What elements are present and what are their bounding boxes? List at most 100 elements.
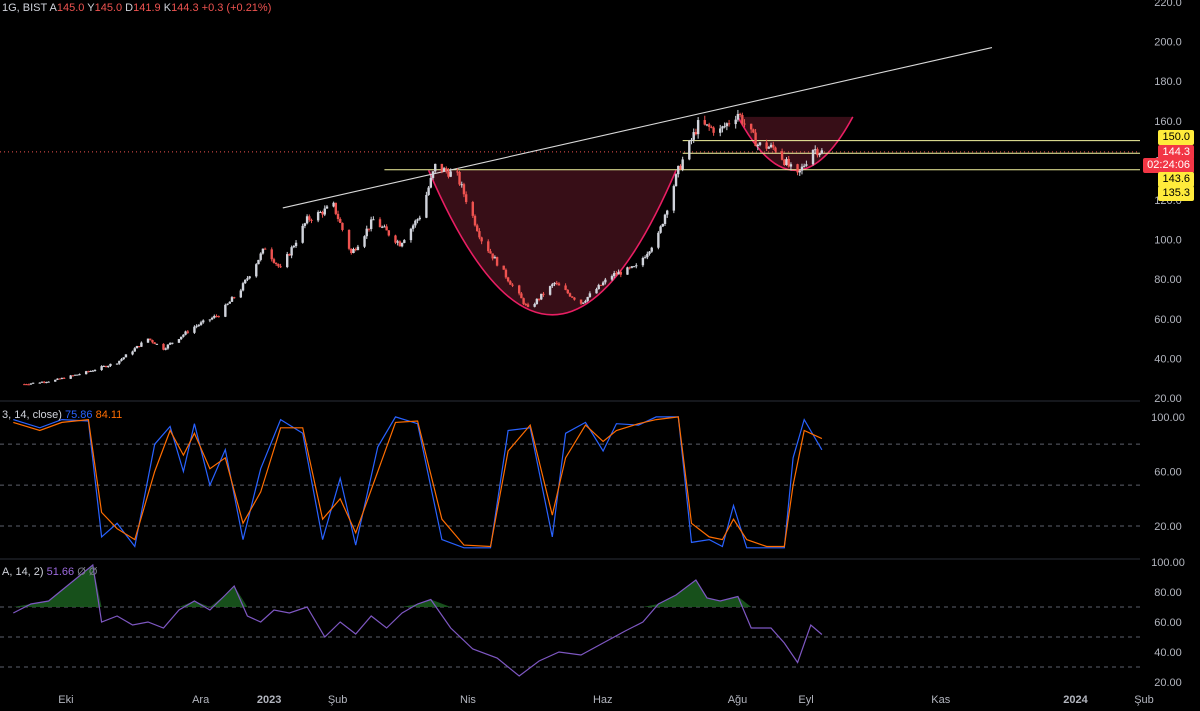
candle-body <box>347 229 351 249</box>
candle-body <box>350 248 353 254</box>
candle-body <box>551 284 554 287</box>
candle-body <box>131 351 134 355</box>
candle-body <box>579 299 583 304</box>
candle-body <box>542 293 545 295</box>
rsi-tick: 20.00 <box>1154 677 1182 689</box>
candle-body <box>743 123 746 125</box>
candle-body <box>641 257 645 266</box>
time-tick: 2023 <box>257 694 281 706</box>
candle-body <box>628 267 631 269</box>
candle-body <box>230 297 234 302</box>
candle-body <box>140 342 143 347</box>
candle-body <box>292 246 296 248</box>
candle-body <box>646 253 649 258</box>
candle-body <box>372 219 375 221</box>
candle-body <box>772 144 775 148</box>
candle-body <box>137 346 141 348</box>
candle-body <box>277 264 280 267</box>
candle-body <box>506 277 510 282</box>
candle-body <box>522 298 525 305</box>
price-tag-level-135: 135.3 <box>1158 186 1194 201</box>
candle-body <box>89 370 92 372</box>
candle-body <box>725 123 729 127</box>
candle-body <box>323 208 326 215</box>
candle-body <box>495 257 499 266</box>
stochastic-tick: 20.00 <box>1154 521 1182 533</box>
candle-body <box>369 219 373 229</box>
candle-body <box>120 359 123 361</box>
candle-body <box>601 282 605 286</box>
candle-body <box>445 168 448 172</box>
candle-body <box>734 119 737 125</box>
candle-body <box>564 285 567 290</box>
rsi-legend[interactable]: A, 14, 2) 51.66 Ø Ø <box>2 566 97 578</box>
candle-body <box>502 265 505 270</box>
candle-body <box>526 304 530 307</box>
candle-body <box>789 164 793 167</box>
candle-body <box>182 334 185 337</box>
candle-body <box>619 271 623 275</box>
candle-body <box>217 316 220 318</box>
candle-body <box>533 304 536 307</box>
candle-body <box>42 381 46 383</box>
candle-body <box>210 317 214 320</box>
candle-body <box>741 115 744 124</box>
candle-body <box>787 158 790 167</box>
candle-body <box>548 286 552 295</box>
candle-body <box>387 230 391 236</box>
candle-body <box>800 166 804 171</box>
candle-body <box>517 285 521 294</box>
candle-body <box>107 365 110 368</box>
candle-body <box>325 206 329 209</box>
candle-body <box>449 171 452 177</box>
candle-body <box>650 247 653 252</box>
price-tick: 220.0 <box>1154 0 1182 9</box>
time-tick: Ağu <box>728 694 748 706</box>
stochastic-legend[interactable]: 3, 14, close) 75.86 84.11 <box>2 409 122 421</box>
candle-body <box>383 226 386 228</box>
candle-body <box>40 381 44 383</box>
candle-body <box>248 276 251 279</box>
candle-body <box>780 151 784 160</box>
time-tick: Eyl <box>798 694 813 706</box>
candle-body <box>155 343 159 345</box>
ohlc-high: Y145.0 <box>87 2 123 14</box>
chart-canvas[interactable]: 20.0040.0060.0080.00100.0120.0140.0160.0… <box>0 0 1200 711</box>
candle-body <box>537 298 541 300</box>
candle-body <box>356 246 360 251</box>
price-tick: 180.0 <box>1154 76 1182 88</box>
rsi-params: A, 14, 2) <box>2 566 44 578</box>
candle-body <box>274 262 278 265</box>
candle-body <box>573 297 576 300</box>
candle-body <box>259 253 262 260</box>
candle-body <box>177 339 181 343</box>
time-tick: Kas <box>931 694 950 706</box>
candle-body <box>796 164 799 173</box>
candle-body <box>696 120 700 135</box>
candle-body <box>690 139 693 141</box>
symbol-label[interactable]: 1G, BIST <box>2 2 47 14</box>
candle-body <box>164 348 167 350</box>
candle-body <box>442 168 446 172</box>
candle-body <box>802 165 806 167</box>
candle-body <box>456 171 459 173</box>
candle-body <box>69 375 72 379</box>
candle-body <box>213 315 216 318</box>
candle-body <box>308 216 311 220</box>
candle-body <box>814 149 817 151</box>
candle-body <box>202 320 205 323</box>
candle-body <box>756 144 759 147</box>
candle-body <box>586 296 589 301</box>
price-tick: 80.00 <box>1154 274 1182 286</box>
candle-body <box>520 293 523 299</box>
candle-body <box>232 297 236 299</box>
candle-body <box>228 301 231 304</box>
candle-body <box>758 142 762 145</box>
candle-body <box>427 187 430 195</box>
candle-body <box>478 231 481 238</box>
candle-body <box>659 226 662 233</box>
price-legend: 1G, BIST A145.0 Y145.0 D141.9 K144.3 +0.… <box>2 2 271 14</box>
time-tick: Haz <box>593 694 613 706</box>
candle-body <box>566 289 569 294</box>
candle-body <box>681 159 684 170</box>
